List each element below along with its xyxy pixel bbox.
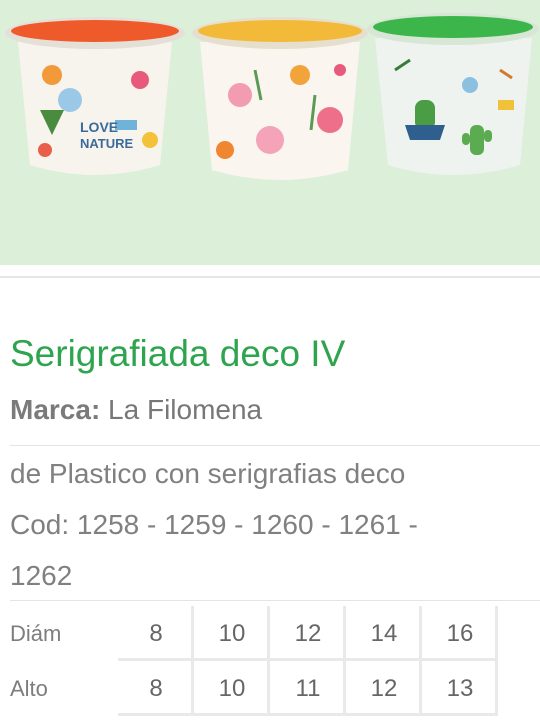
- dimensions-table: Diám 8 10 12 14 16 Alto 8 10 11 12 13: [0, 606, 498, 716]
- diameter-value: 8: [118, 606, 194, 661]
- product-codes-line: 1262: [10, 560, 73, 591]
- height-value: 10: [194, 661, 270, 716]
- table-row-height: Alto 8 10 11 12 13: [0, 661, 498, 716]
- product-image: LOVE NATURE: [0, 0, 540, 265]
- height-value: 8: [118, 661, 194, 716]
- height-value: 11: [270, 661, 346, 716]
- product-codes-line: Cod: 1258 - 1259 - 1260 - 1261 -: [10, 509, 418, 540]
- diameter-value: 12: [270, 606, 346, 661]
- height-value: 13: [422, 661, 498, 716]
- row-label-diameter: Diám: [10, 620, 62, 646]
- product-photo: LOVE NATURE: [5, 13, 539, 180]
- diameter-value: 10: [194, 606, 270, 661]
- brand-row: Marca: La Filomena: [10, 394, 262, 426]
- product-title: Serigrafiada deco IV: [10, 333, 346, 374]
- brand-divider: [10, 445, 540, 446]
- table-row-diameter: Diám 8 10 12 14 16: [0, 606, 498, 661]
- diameter-value: 14: [346, 606, 422, 661]
- brand-value: La Filomena: [108, 394, 263, 425]
- pot-flowers-icon: [192, 17, 368, 180]
- pot-love-nature-icon: LOVE NATURE: [5, 17, 185, 175]
- description-line: de Plastico con serigrafias deco: [10, 458, 406, 489]
- diameter-value: 16: [422, 606, 498, 661]
- svg-text:NATURE: NATURE: [80, 136, 134, 151]
- image-bottom-divider: [0, 276, 540, 278]
- dimensions-divider: [10, 600, 540, 601]
- svg-text:LOVE: LOVE: [80, 119, 118, 135]
- pot-cactus-icon: [367, 13, 539, 175]
- height-value: 12: [346, 661, 422, 716]
- product-description: de Plastico con serigrafias deco Cod: 12…: [10, 448, 535, 601]
- brand-label: Marca:: [10, 394, 101, 425]
- row-label-height: Alto: [10, 675, 48, 701]
